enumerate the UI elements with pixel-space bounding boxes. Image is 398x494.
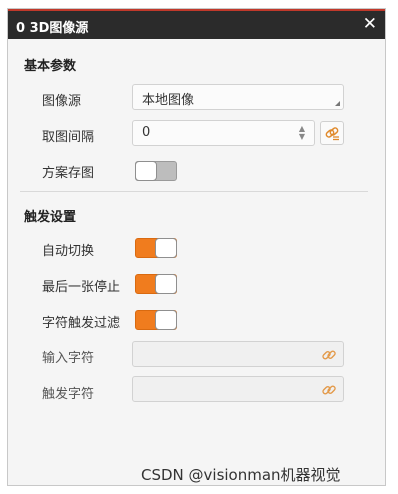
interval-link-button[interactable] bbox=[320, 121, 344, 145]
dialog-title: 0 3D图像源 bbox=[16, 21, 89, 36]
dropdown-grip-icon bbox=[335, 101, 340, 106]
save-scheme-label: 方案存图 bbox=[42, 166, 95, 181]
link-icon bbox=[325, 127, 339, 141]
interval-value: 0 bbox=[142, 125, 151, 140]
section-trigger-title: 触发设置 bbox=[24, 210, 77, 225]
close-button[interactable]: ✕ bbox=[363, 14, 377, 34]
watermark-text: CSDN @visionman机器视觉 bbox=[141, 466, 341, 484]
toggle-knob bbox=[155, 238, 177, 258]
toggle-knob bbox=[155, 274, 177, 294]
image-source-select[interactable]: 本地图像 bbox=[132, 84, 344, 110]
dialog-titlebar: 0 3D图像源 ✕ bbox=[8, 9, 385, 39]
save-scheme-toggle[interactable] bbox=[135, 161, 177, 181]
toggle-knob bbox=[155, 310, 177, 330]
last-stop-toggle[interactable] bbox=[135, 274, 177, 294]
section-divider bbox=[20, 191, 368, 192]
auto-switch-toggle[interactable] bbox=[135, 238, 177, 258]
interval-input[interactable]: 0 ▲ ▼ bbox=[132, 120, 315, 146]
interval-label: 取图间隔 bbox=[42, 130, 95, 145]
trigger-chars-field[interactable] bbox=[132, 376, 344, 402]
auto-switch-label: 自动切换 bbox=[42, 244, 95, 259]
image-source-label: 图像源 bbox=[42, 94, 82, 109]
last-stop-label: 最后一张停止 bbox=[42, 280, 121, 295]
char-filter-label: 字符触发过滤 bbox=[42, 316, 121, 331]
input-chars-field[interactable] bbox=[132, 341, 344, 367]
section-basic-title: 基本参数 bbox=[24, 59, 77, 74]
link-icon[interactable] bbox=[321, 382, 337, 398]
link-icon[interactable] bbox=[321, 347, 337, 363]
toggle-knob bbox=[135, 161, 157, 181]
settings-dialog: 0 3D图像源 ✕ 基本参数 图像源 本地图像 取图间隔 0 ▲ ▼ 方案存图 触… bbox=[7, 8, 386, 486]
trigger-chars-label: 触发字符 bbox=[42, 387, 95, 402]
char-filter-toggle[interactable] bbox=[135, 310, 177, 330]
input-chars-label: 输入字符 bbox=[42, 351, 95, 366]
spin-arrows-icon[interactable]: ▲ ▼ bbox=[298, 125, 306, 141]
image-source-value: 本地图像 bbox=[142, 93, 195, 108]
